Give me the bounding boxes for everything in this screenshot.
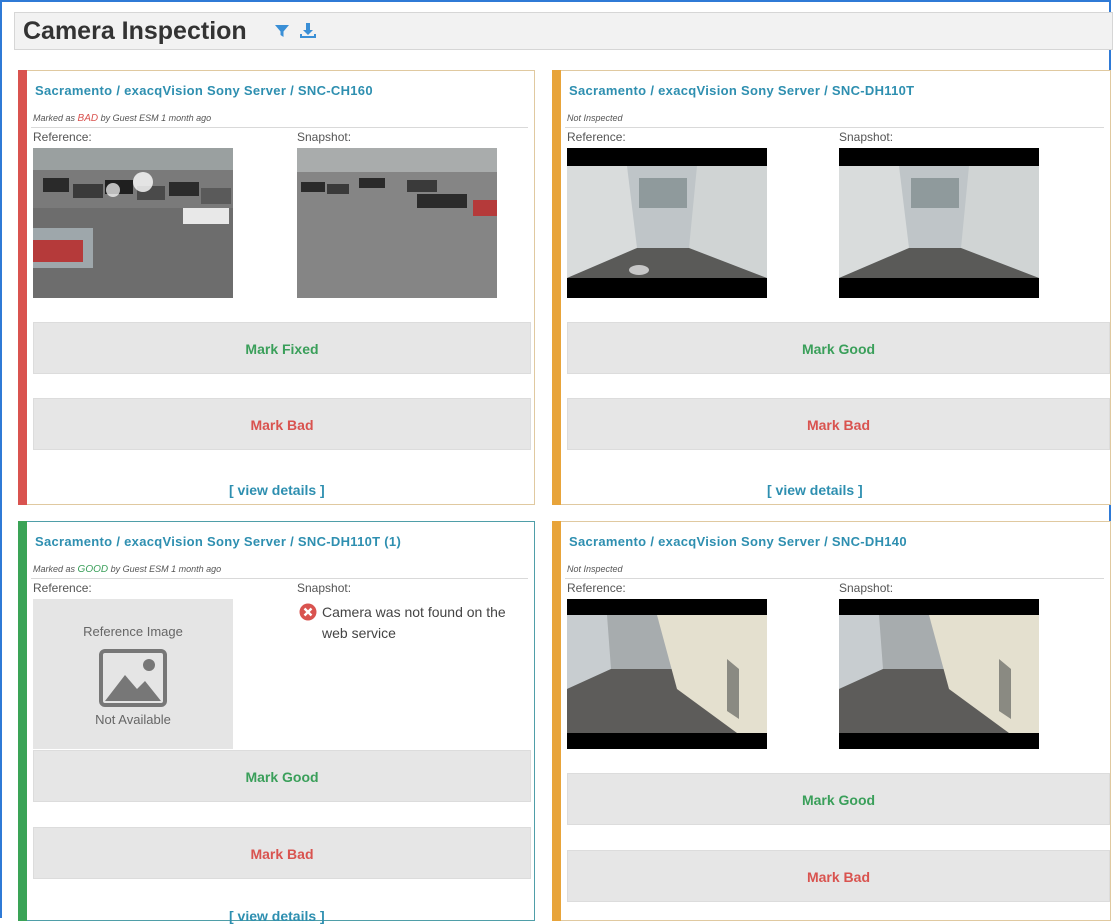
camera-title[interactable]: Sacramento / exacqVision Sony Server / S…	[569, 83, 914, 98]
error-icon	[299, 603, 317, 621]
camera-card-snc-dh140: Sacramento / exacqVision Sony Server / S…	[552, 521, 1111, 921]
snapshot-label: Snapshot:	[297, 581, 352, 595]
reference-label: Reference:	[33, 130, 92, 144]
reference-image[interactable]	[33, 148, 233, 298]
reference-label: Reference:	[33, 581, 92, 595]
placeholder-caption: Not Available	[95, 712, 171, 727]
camera-card-snc-ch160: Sacramento / exacqVision Sony Server / S…	[18, 70, 535, 505]
inspection-status: Not Inspected	[567, 564, 623, 574]
reference-image-placeholder: Reference Image Not Available	[33, 599, 233, 749]
inspection-status: Not Inspected	[567, 113, 623, 123]
camera-title[interactable]: Sacramento / exacqVision Sony Server / S…	[35, 83, 373, 98]
mark-good-button[interactable]: Mark Good	[567, 322, 1110, 374]
page-title: Camera Inspection	[23, 17, 247, 45]
filter-icon[interactable]	[273, 22, 291, 40]
mark-bad-button[interactable]: Mark Bad	[33, 398, 531, 450]
mark-fixed-button[interactable]: Mark Fixed	[33, 322, 531, 374]
view-details-link[interactable]: [ view details ]	[229, 482, 325, 498]
status-badge: BAD	[77, 113, 99, 124]
snapshot-error-message: Camera was not found on the web service	[322, 604, 506, 641]
inspection-status: Marked as BAD by Guest ESM 1 month ago	[33, 113, 212, 124]
download-icon[interactable]	[298, 22, 318, 40]
mark-bad-button[interactable]: Mark Bad	[567, 398, 1110, 450]
status-stripe-uninspected	[552, 521, 561, 921]
reference-label: Reference:	[567, 130, 626, 144]
camera-title[interactable]: Sacramento / exacqVision Sony Server / S…	[35, 534, 401, 549]
snapshot-label: Snapshot:	[839, 581, 894, 595]
divider	[565, 127, 1104, 128]
image-placeholder-icon	[99, 649, 167, 707]
reference-image[interactable]	[567, 599, 767, 749]
divider	[31, 127, 528, 128]
snapshot-image[interactable]	[297, 148, 497, 298]
status-stripe-bad	[18, 70, 27, 505]
divider	[31, 578, 528, 579]
camera-card-snc-dh110t-1: Sacramento / exacqVision Sony Server / S…	[18, 521, 535, 924]
mark-good-button[interactable]: Mark Good	[567, 773, 1110, 825]
snapshot-label: Snapshot:	[839, 130, 894, 144]
page-header: Camera Inspection	[14, 12, 1113, 50]
camera-card-snc-dh110t: Sacramento / exacqVision Sony Server / S…	[552, 70, 1111, 505]
divider	[565, 578, 1104, 579]
inspection-status: Marked as GOOD by Guest ESM 1 month ago	[33, 564, 222, 575]
placeholder-title: Reference Image	[83, 624, 183, 639]
camera-title[interactable]: Sacramento / exacqVision Sony Server / S…	[569, 534, 907, 549]
reference-image[interactable]	[567, 148, 767, 298]
status-badge: GOOD	[77, 564, 109, 575]
snapshot-image[interactable]	[839, 148, 1039, 298]
view-details-link[interactable]: [ view details ]	[767, 482, 863, 498]
mark-bad-button[interactable]: Mark Bad	[33, 827, 531, 879]
reference-label: Reference:	[567, 581, 626, 595]
snapshot-label: Snapshot:	[297, 130, 352, 144]
status-stripe-good	[18, 521, 27, 921]
mark-good-button[interactable]: Mark Good	[33, 750, 531, 802]
view-details-link[interactable]: [ view details ]	[229, 908, 325, 924]
mark-bad-button[interactable]: Mark Bad	[567, 850, 1110, 902]
status-stripe-uninspected	[552, 70, 561, 505]
snapshot-image[interactable]	[839, 599, 1039, 749]
